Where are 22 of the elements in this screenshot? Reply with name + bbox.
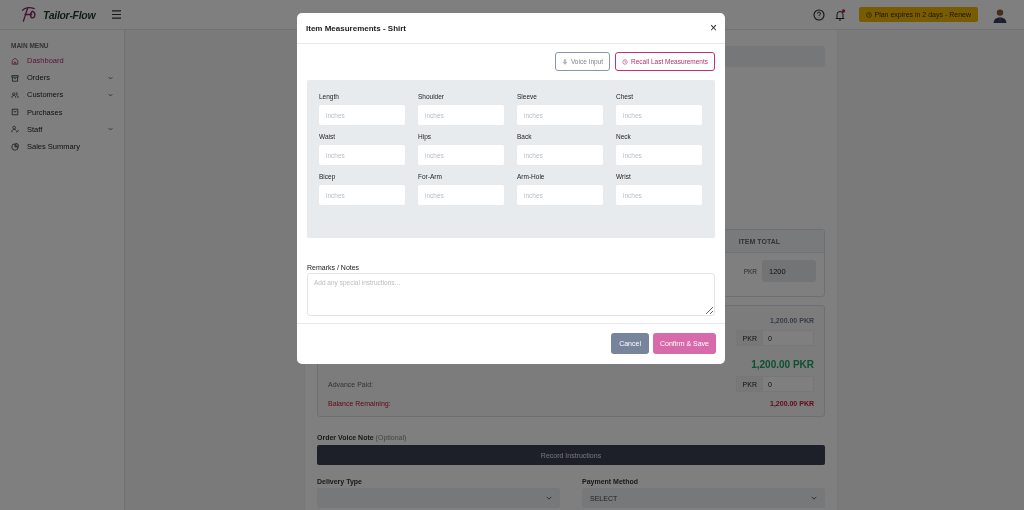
avatar-icon[interactable]: [992, 6, 1008, 23]
grand-total-value: 1,200.00 PKR: [751, 358, 814, 370]
history-icon: [622, 58, 629, 65]
close-button[interactable]: ×: [710, 22, 717, 34]
box-icon: [11, 73, 19, 82]
pie-chart-icon: [11, 142, 19, 151]
dialog-title: Item Measurements - Shirt: [306, 23, 407, 33]
help-icon[interactable]: [812, 8, 825, 21]
users-icon: [11, 90, 19, 99]
chevron-down-icon: [108, 127, 113, 132]
menu-icon[interactable]: [111, 10, 123, 19]
bag-icon: [11, 108, 19, 117]
bell-icon[interactable]: [833, 8, 846, 21]
user-icon: [11, 125, 19, 134]
chevron-down-icon: [108, 75, 113, 80]
home-icon: [11, 56, 19, 65]
chevron-down-icon: [546, 496, 552, 500]
microphone-icon: [561, 58, 568, 65]
chevron-down-icon: [108, 92, 113, 97]
clock-icon: [865, 11, 872, 18]
chevron-down-icon: [811, 496, 817, 500]
app-name: Tailor-Flow: [43, 8, 96, 21]
